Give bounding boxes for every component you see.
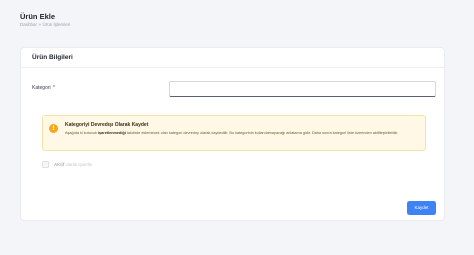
alert-text-emphasis: işaretlenmediği [97, 131, 126, 135]
page-header: Ürün Ekle Dashbar» Ürün İşlemleri [20, 12, 70, 28]
category-form-row: Kategori * [32, 81, 437, 97]
warning-icon: ! [49, 124, 58, 133]
page-title: Ürün Ekle [20, 12, 56, 21]
category-label: Kategori * [32, 85, 55, 91]
inactive-category-alert: ! Kategoriyi Devredışı Olarak Kaydet Aşa… [42, 115, 426, 151]
required-mark: * [53, 85, 55, 91]
active-checkbox[interactable] [42, 161, 49, 168]
alert-text: Aşağıda ki kutucuk işaretlenmediği takdi… [65, 131, 399, 135]
active-checkbox-label[interactable]: AKtif olarak işaretle [54, 162, 92, 167]
breadcrumb-item-product-operations[interactable]: Ürün İşlemleri [43, 22, 71, 27]
category-select[interactable] [169, 81, 436, 97]
save-button[interactable]: Kaydet [407, 201, 436, 215]
alert-title: Kategoriyi Devredışı Olarak Kaydet [65, 122, 149, 128]
breadcrumb: Dashbar» Ürün İşlemleri [20, 22, 71, 27]
card-header: Ürün Bilgileri [21, 48, 444, 68]
breadcrumb-item-dashboard[interactable]: Dashbar [20, 22, 37, 27]
product-info-card: Ürün Bilgileri Kategori * ! Kategoriyi D… [20, 47, 445, 221]
card-title: Ürün Bilgileri [32, 54, 73, 61]
